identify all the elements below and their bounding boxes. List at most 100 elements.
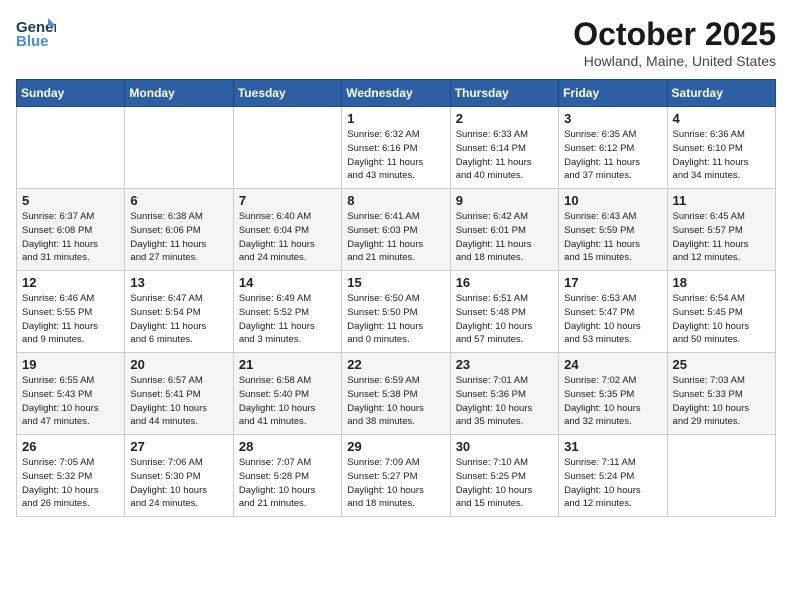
col-header-tuesday: Tuesday (233, 80, 341, 107)
day-info: Sunrise: 6:36 AMSunset: 6:10 PMDaylight:… (673, 128, 770, 183)
calendar-cell: 15 Sunrise: 6:50 AMSunset: 5:50 PMDayligh… (342, 271, 450, 353)
day-info: Sunrise: 7:01 AMSunset: 5:36 PMDaylight:… (456, 374, 553, 429)
calendar-cell: 29 Sunrise: 7:09 AMSunset: 5:27 PMDayligh… (342, 435, 450, 517)
calendar-cell: 22 Sunrise: 6:59 AMSunset: 5:38 PMDayligh… (342, 353, 450, 435)
day-info: Sunrise: 6:33 AMSunset: 6:14 PMDaylight:… (456, 128, 553, 183)
day-number: 7 (239, 193, 336, 208)
day-number: 23 (456, 357, 553, 372)
day-info: Sunrise: 6:53 AMSunset: 5:47 PMDaylight:… (564, 292, 661, 347)
day-number: 26 (22, 439, 119, 454)
day-info: Sunrise: 6:58 AMSunset: 5:40 PMDaylight:… (239, 374, 336, 429)
day-info: Sunrise: 6:59 AMSunset: 5:38 PMDaylight:… (347, 374, 444, 429)
day-info: Sunrise: 7:10 AMSunset: 5:25 PMDaylight:… (456, 456, 553, 511)
day-number: 19 (22, 357, 119, 372)
day-number: 13 (130, 275, 227, 290)
day-number: 31 (564, 439, 661, 454)
day-number: 25 (673, 357, 770, 372)
day-number: 4 (673, 111, 770, 126)
day-number: 30 (456, 439, 553, 454)
svg-text:Blue: Blue (16, 33, 49, 50)
calendar-week-5: 26Sunrise: 7:05 AMSunset: 5:32 PMDayligh… (17, 435, 776, 517)
col-header-wednesday: Wednesday (342, 80, 450, 107)
logo-icon: General Blue (16, 16, 56, 52)
day-number: 21 (239, 357, 336, 372)
calendar-cell: 14 Sunrise: 6:49 AMSunset: 5:52 PMDayligh… (233, 271, 341, 353)
calendar-cell (17, 107, 125, 189)
calendar-cell: 10Sunrise: 6:43 AMSunset: 5:59 PMDayligh… (559, 189, 667, 271)
col-header-monday: Monday (125, 80, 233, 107)
day-info: Sunrise: 7:09 AMSunset: 5:27 PMDaylight:… (347, 456, 444, 511)
calendar-cell: 31 Sunrise: 7:11 AMSunset: 5:24 PMDayligh… (559, 435, 667, 517)
calendar-cell: 6 Sunrise: 6:38 AMSunset: 6:06 PMDaylight… (125, 189, 233, 271)
day-info: Sunrise: 6:47 AMSunset: 5:54 PMDaylight:… (130, 292, 227, 347)
calendar-cell: 24Sunrise: 7:02 AMSunset: 5:35 PMDayligh… (559, 353, 667, 435)
col-header-friday: Friday (559, 80, 667, 107)
calendar-cell (233, 107, 341, 189)
day-info: Sunrise: 7:07 AMSunset: 5:28 PMDaylight:… (239, 456, 336, 511)
day-number: 27 (130, 439, 227, 454)
day-info: Sunrise: 6:50 AMSunset: 5:50 PMDaylight:… (347, 292, 444, 347)
calendar-cell: 5 Sunrise: 6:37 AMSunset: 6:08 PMDaylight… (17, 189, 125, 271)
day-info: Sunrise: 6:57 AMSunset: 5:41 PMDaylight:… (130, 374, 227, 429)
calendar-cell: 28Sunrise: 7:07 AMSunset: 5:28 PMDayligh… (233, 435, 341, 517)
calendar-cell: 18 Sunrise: 6:54 AMSunset: 5:45 PMDayligh… (667, 271, 775, 353)
calendar-table: SundayMondayTuesdayWednesdayThursdayFrid… (16, 79, 776, 517)
logo: General Blue (16, 16, 56, 57)
day-info: Sunrise: 7:11 AMSunset: 5:24 PMDaylight:… (564, 456, 661, 511)
calendar-cell (125, 107, 233, 189)
day-info: Sunrise: 6:46 AMSunset: 5:55 PMDaylight:… (22, 292, 119, 347)
day-info: Sunrise: 6:41 AMSunset: 6:03 PMDaylight:… (347, 210, 444, 265)
calendar-week-1: 1 Sunrise: 6:32 AMSunset: 6:16 PMDaylight… (17, 107, 776, 189)
day-info: Sunrise: 7:03 AMSunset: 5:33 PMDaylight:… (673, 374, 770, 429)
calendar-cell: 26Sunrise: 7:05 AMSunset: 5:32 PMDayligh… (17, 435, 125, 517)
calendar-header-row: SundayMondayTuesdayWednesdayThursdayFrid… (17, 80, 776, 107)
day-info: Sunrise: 6:45 AMSunset: 5:57 PMDaylight:… (673, 210, 770, 265)
calendar-cell (667, 435, 775, 517)
day-number: 20 (130, 357, 227, 372)
day-info: Sunrise: 6:49 AMSunset: 5:52 PMDaylight:… (239, 292, 336, 347)
calendar-cell: 12 Sunrise: 6:46 AMSunset: 5:55 PMDayligh… (17, 271, 125, 353)
calendar-cell: 1 Sunrise: 6:32 AMSunset: 6:16 PMDaylight… (342, 107, 450, 189)
col-header-saturday: Saturday (667, 80, 775, 107)
day-info: Sunrise: 6:55 AMSunset: 5:43 PMDaylight:… (22, 374, 119, 429)
day-info: Sunrise: 6:40 AMSunset: 6:04 PMDaylight:… (239, 210, 336, 265)
day-number: 1 (347, 111, 444, 126)
calendar-cell: 17Sunrise: 6:53 AMSunset: 5:47 PMDayligh… (559, 271, 667, 353)
calendar-cell: 3Sunrise: 6:35 AMSunset: 6:12 PMDaylight… (559, 107, 667, 189)
day-number: 8 (347, 193, 444, 208)
day-number: 14 (239, 275, 336, 290)
day-number: 5 (22, 193, 119, 208)
calendar-cell: 30 Sunrise: 7:10 AMSunset: 5:25 PMDayligh… (450, 435, 558, 517)
calendar-cell: 4 Sunrise: 6:36 AMSunset: 6:10 PMDaylight… (667, 107, 775, 189)
calendar-cell: 20 Sunrise: 6:57 AMSunset: 5:41 PMDayligh… (125, 353, 233, 435)
calendar-cell: 25 Sunrise: 7:03 AMSunset: 5:33 PMDayligh… (667, 353, 775, 435)
day-number: 24 (564, 357, 661, 372)
day-number: 15 (347, 275, 444, 290)
page-header: General Blue October 2025 Howland, Maine… (16, 16, 776, 69)
day-info: Sunrise: 6:43 AMSunset: 5:59 PMDaylight:… (564, 210, 661, 265)
location: Howland, Maine, United States (573, 53, 776, 69)
day-info: Sunrise: 6:42 AMSunset: 6:01 PMDaylight:… (456, 210, 553, 265)
col-header-thursday: Thursday (450, 80, 558, 107)
day-number: 22 (347, 357, 444, 372)
day-info: Sunrise: 6:32 AMSunset: 6:16 PMDaylight:… (347, 128, 444, 183)
title-block: October 2025 Howland, Maine, United Stat… (573, 16, 776, 69)
day-number: 18 (673, 275, 770, 290)
day-number: 29 (347, 439, 444, 454)
calendar-cell: 13 Sunrise: 6:47 AMSunset: 5:54 PMDayligh… (125, 271, 233, 353)
day-info: Sunrise: 7:06 AMSunset: 5:30 PMDaylight:… (130, 456, 227, 511)
day-info: Sunrise: 6:38 AMSunset: 6:06 PMDaylight:… (130, 210, 227, 265)
calendar-cell: 9Sunrise: 6:42 AMSunset: 6:01 PMDaylight… (450, 189, 558, 271)
col-header-sunday: Sunday (17, 80, 125, 107)
day-info: Sunrise: 6:37 AMSunset: 6:08 PMDaylight:… (22, 210, 119, 265)
day-number: 12 (22, 275, 119, 290)
calendar-week-3: 12 Sunrise: 6:46 AMSunset: 5:55 PMDayligh… (17, 271, 776, 353)
calendar-cell: 27 Sunrise: 7:06 AMSunset: 5:30 PMDayligh… (125, 435, 233, 517)
calendar-cell: 7 Sunrise: 6:40 AMSunset: 6:04 PMDaylight… (233, 189, 341, 271)
day-info: Sunrise: 6:54 AMSunset: 5:45 PMDaylight:… (673, 292, 770, 347)
day-number: 6 (130, 193, 227, 208)
month-title: October 2025 (573, 16, 776, 53)
calendar-cell: 16Sunrise: 6:51 AMSunset: 5:48 PMDayligh… (450, 271, 558, 353)
day-number: 3 (564, 111, 661, 126)
day-info: Sunrise: 6:51 AMSunset: 5:48 PMDaylight:… (456, 292, 553, 347)
